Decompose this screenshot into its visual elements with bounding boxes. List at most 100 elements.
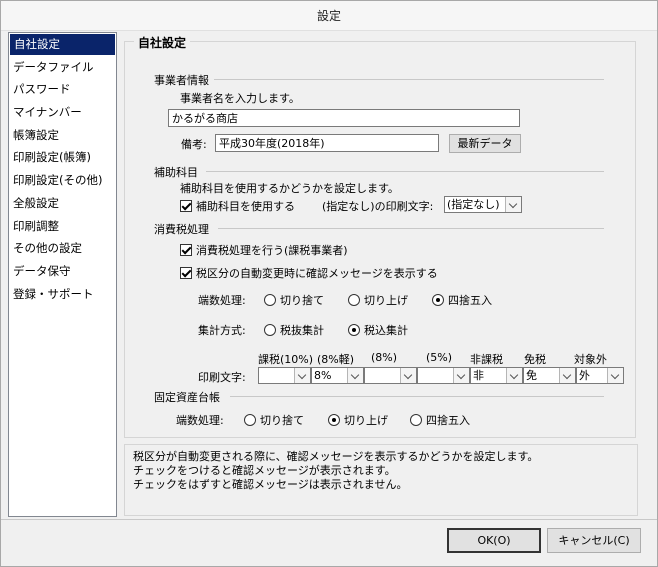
- option-label: 税抜集計: [280, 324, 324, 337]
- col-header-taxable10: 課税(10%): [258, 353, 314, 366]
- latest-data-button[interactable]: 最新データ: [449, 134, 521, 153]
- option-label: 切り上げ: [344, 414, 388, 427]
- print-select-taxable10[interactable]: [258, 367, 311, 384]
- sidebar-item-maintenance[interactable]: データ保守: [9, 260, 116, 283]
- radio-mark[interactable]: [264, 324, 276, 336]
- print-select-8[interactable]: [364, 367, 417, 384]
- col-header-outofscope: 対象外: [574, 353, 607, 366]
- tax-heading: 消費税処理: [154, 223, 209, 236]
- note-input[interactable]: 平成30年度(2018年): [215, 134, 439, 152]
- note-label: 備考:: [181, 138, 207, 151]
- settings-category-list[interactable]: 自社設定 データファイル パスワード マイナンバー 帳簿設定 印刷設定(帳簿) …: [8, 32, 117, 517]
- radio-mark[interactable]: [432, 294, 444, 306]
- radio-mark[interactable]: [348, 294, 360, 306]
- select-value: 非: [473, 369, 484, 382]
- description-line: 税区分が自動変更される際に、確認メッセージを表示するかどうかを設定します。: [133, 450, 539, 463]
- divider: [214, 79, 604, 80]
- col-header-exempt: 免税: [524, 353, 546, 366]
- company-settings-panel: 自社設定 事業者情報 事業者名を入力します。 かるがる商店 備考: 平成30年度…: [124, 32, 638, 439]
- chevron-down-icon[interactable]: [453, 368, 469, 383]
- sidebar-item-print-adjust[interactable]: 印刷調整: [9, 215, 116, 238]
- business-name-input[interactable]: かるがる商店: [168, 109, 520, 127]
- print-select-5[interactable]: [417, 367, 470, 384]
- business-instruction: 事業者名を入力します。: [180, 92, 300, 105]
- radio-mark[interactable]: [264, 294, 276, 306]
- sidebar-item-print-ledger[interactable]: 印刷設定(帳簿): [9, 146, 116, 169]
- cancel-button[interactable]: キャンセル(C): [547, 528, 641, 553]
- chevron-down-icon[interactable]: [347, 368, 363, 383]
- confirm-message-label: 税区分の自動変更時に確認メッセージを表示する: [196, 267, 438, 280]
- radio-mark[interactable]: [244, 414, 256, 426]
- print-select-outofscope[interactable]: 外: [576, 367, 624, 384]
- description-line: チェックをはずすと確認メッセージは表示されません。: [133, 478, 408, 491]
- chevron-down-icon[interactable]: [505, 197, 521, 212]
- col-header-8: (8%): [371, 351, 398, 364]
- checkbox-mark[interactable]: [180, 267, 192, 279]
- fa-rounding-option-truncate[interactable]: 切り捨て: [244, 412, 304, 428]
- radio-mark[interactable]: [348, 324, 360, 336]
- tax-rounding-option-roundup[interactable]: 切り上げ: [348, 292, 408, 308]
- fa-rounding-label: 端数処理:: [176, 414, 224, 427]
- confirm-message-checkbox[interactable]: 税区分の自動変更時に確認メッセージを表示する: [180, 265, 438, 281]
- radio-mark[interactable]: [328, 414, 340, 426]
- select-value: 外: [579, 369, 590, 382]
- business-heading: 事業者情報: [154, 74, 209, 87]
- col-header-5: (5%): [426, 351, 453, 364]
- checkbox-mark[interactable]: [180, 200, 192, 212]
- tax-rounding-option-round[interactable]: 四捨五入: [432, 292, 492, 308]
- calc-option-excl[interactable]: 税抜集計: [264, 322, 324, 338]
- description-line: チェックをつけると確認メッセージが表示されます。: [133, 464, 396, 477]
- print-select-nontaxable[interactable]: 非: [470, 367, 523, 384]
- do-tax-checkbox[interactable]: 消費税処理を行う(課税事業者): [180, 242, 348, 258]
- fa-rounding-option-roundup[interactable]: 切り上げ: [328, 412, 388, 428]
- print-chars-label: 印刷文字:: [198, 371, 246, 384]
- divider: [230, 396, 604, 397]
- sidebar-item-print-other[interactable]: 印刷設定(その他): [9, 169, 116, 192]
- chevron-down-icon[interactable]: [294, 368, 310, 383]
- option-label: 切り捨て: [260, 414, 304, 427]
- radio-mark[interactable]: [410, 414, 422, 426]
- select-value: 8%: [314, 369, 332, 382]
- option-label: 切り捨て: [280, 294, 324, 307]
- sidebar-item-mynumber[interactable]: マイナンバー: [9, 101, 116, 124]
- select-value: (指定なし): [447, 198, 500, 211]
- subaccount-instruction: 補助科目を使用するかどうかを設定します。: [180, 182, 399, 195]
- subaccount-print-label: (指定なし)の印刷文字:: [322, 200, 434, 213]
- chevron-down-icon[interactable]: [400, 368, 416, 383]
- sidebar-item-general[interactable]: 全般設定: [9, 192, 116, 215]
- calc-option-incl[interactable]: 税込集計: [348, 322, 408, 338]
- do-tax-label: 消費税処理を行う(課税事業者): [196, 244, 348, 257]
- sidebar-item-other[interactable]: その他の設定: [9, 237, 116, 260]
- col-header-nontaxable: 非課税: [470, 353, 503, 366]
- divider: [218, 228, 604, 229]
- divider: [206, 171, 604, 172]
- sidebar-item-support[interactable]: 登録・サポート: [9, 283, 116, 306]
- option-label: 四捨五入: [448, 294, 492, 307]
- divider: [1, 519, 657, 520]
- option-label: 四捨五入: [426, 414, 470, 427]
- subaccount-print-select[interactable]: (指定なし): [444, 196, 522, 213]
- print-select-exempt[interactable]: 免: [523, 367, 576, 384]
- sidebar-item-password[interactable]: パスワード: [9, 78, 116, 101]
- option-label: 税込集計: [364, 324, 408, 337]
- chevron-down-icon[interactable]: [506, 368, 522, 383]
- panel-title: 自社設定: [134, 34, 191, 51]
- print-select-8reduced[interactable]: 8%: [311, 367, 364, 384]
- chevron-down-icon[interactable]: [559, 368, 575, 383]
- subaccount-heading: 補助科目: [154, 166, 198, 179]
- sidebar-item-ledger[interactable]: 帳簿設定: [9, 124, 116, 147]
- tax-rounding-option-truncate[interactable]: 切り捨て: [264, 292, 324, 308]
- settings-window: 設定 自社設定 データファイル パスワード マイナンバー 帳簿設定 印刷設定(帳…: [0, 0, 658, 567]
- sidebar-item-datafile[interactable]: データファイル: [9, 56, 116, 79]
- use-subaccount-checkbox[interactable]: 補助科目を使用する: [180, 198, 295, 214]
- ok-button[interactable]: OK(O): [447, 528, 541, 553]
- col-header-8reduced: (8%軽): [317, 353, 355, 366]
- description-box: 税区分が自動変更される際に、確認メッセージを表示するかどうかを設定します。 チェ…: [124, 444, 638, 516]
- checkbox-mark[interactable]: [180, 244, 192, 256]
- calc-method-label: 集計方式:: [198, 324, 246, 337]
- sidebar-item-company[interactable]: 自社設定: [10, 34, 115, 55]
- fa-rounding-option-round[interactable]: 四捨五入: [410, 412, 470, 428]
- use-subaccount-label: 補助科目を使用する: [196, 200, 295, 213]
- chevron-down-icon[interactable]: [607, 368, 623, 383]
- select-value: 免: [526, 369, 537, 382]
